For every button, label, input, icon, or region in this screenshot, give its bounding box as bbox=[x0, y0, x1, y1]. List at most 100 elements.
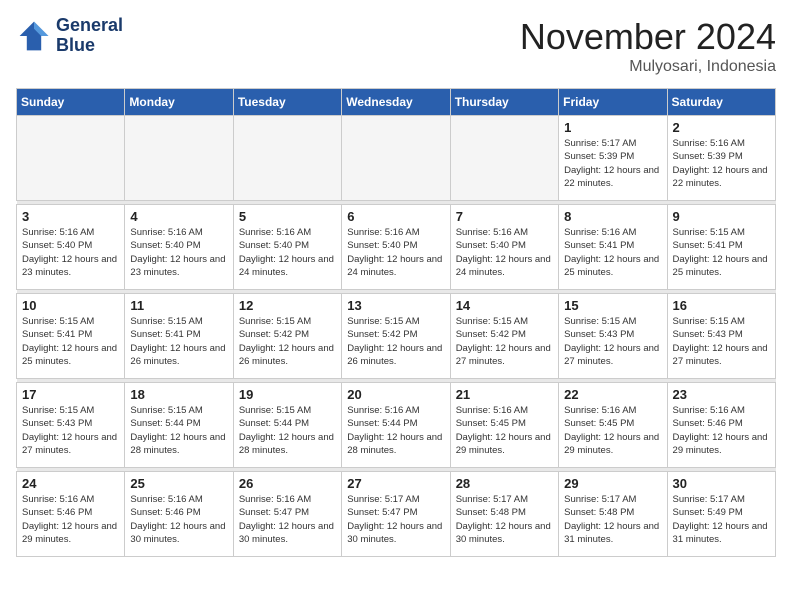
calendar-cell: 11 Sunrise: 5:15 AMSunset: 5:41 PMDayligh… bbox=[125, 294, 233, 379]
calendar-cell: 20 Sunrise: 5:16 AMSunset: 5:44 PMDayligh… bbox=[342, 383, 450, 468]
weekday-header: Tuesday bbox=[233, 89, 341, 116]
day-info: Sunrise: 5:16 AMSunset: 5:40 PMDaylight:… bbox=[22, 226, 119, 279]
day-number: 12 bbox=[239, 298, 336, 313]
calendar-cell bbox=[17, 116, 125, 201]
location: Mulyosari, Indonesia bbox=[520, 58, 776, 76]
calendar-cell: 9Sunrise: 5:15 AMSunset: 5:41 PMDaylight… bbox=[667, 205, 775, 290]
day-number: 28 bbox=[456, 476, 553, 491]
day-info: Sunrise: 5:16 AMSunset: 5:46 PMDaylight:… bbox=[130, 493, 227, 546]
weekday-header: Monday bbox=[125, 89, 233, 116]
calendar-cell: 15 Sunrise: 5:15 AMSunset: 5:43 PMDayligh… bbox=[559, 294, 667, 379]
day-info: Sunrise: 5:15 AMSunset: 5:43 PMDaylight:… bbox=[22, 404, 119, 457]
calendar-cell: 24 Sunrise: 5:16 AMSunset: 5:46 PMDayligh… bbox=[17, 472, 125, 557]
day-number: 3 bbox=[22, 209, 119, 224]
day-number: 27 bbox=[347, 476, 444, 491]
day-info: Sunrise: 5:15 AMSunset: 5:41 PMDaylight:… bbox=[22, 315, 119, 368]
day-info: Sunrise: 5:16 AMSunset: 5:47 PMDaylight:… bbox=[239, 493, 336, 546]
day-info: Sunrise: 5:15 AMSunset: 5:43 PMDaylight:… bbox=[564, 315, 661, 368]
calendar-cell bbox=[342, 116, 450, 201]
weekday-header: Saturday bbox=[667, 89, 775, 116]
day-info: Sunrise: 5:15 AMSunset: 5:44 PMDaylight:… bbox=[239, 404, 336, 457]
weekday-header: Thursday bbox=[450, 89, 558, 116]
day-number: 15 bbox=[564, 298, 661, 313]
calendar-cell: 18Sunrise: 5:15 AMSunset: 5:44 PMDayligh… bbox=[125, 383, 233, 468]
title-block: November 2024 Mulyosari, Indonesia bbox=[520, 16, 776, 76]
day-info: Sunrise: 5:15 AMSunset: 5:43 PMDaylight:… bbox=[673, 315, 770, 368]
calendar-cell: 30 Sunrise: 5:17 AMSunset: 5:49 PMDayligh… bbox=[667, 472, 775, 557]
calendar-cell: 19 Sunrise: 5:15 AMSunset: 5:44 PMDayligh… bbox=[233, 383, 341, 468]
day-number: 21 bbox=[456, 387, 553, 402]
day-number: 6 bbox=[347, 209, 444, 224]
weekday-header: Friday bbox=[559, 89, 667, 116]
day-number: 30 bbox=[673, 476, 770, 491]
day-number: 16 bbox=[673, 298, 770, 313]
calendar-cell: 23Sunrise: 5:16 AMSunset: 5:46 PMDayligh… bbox=[667, 383, 775, 468]
logo-icon bbox=[16, 18, 52, 54]
day-number: 23 bbox=[673, 387, 770, 402]
day-info: Sunrise: 5:15 AMSunset: 5:42 PMDaylight:… bbox=[456, 315, 553, 368]
day-info: Sunrise: 5:16 AMSunset: 5:39 PMDaylight:… bbox=[673, 137, 770, 190]
weekday-header: Sunday bbox=[17, 89, 125, 116]
day-info: Sunrise: 5:16 AMSunset: 5:40 PMDaylight:… bbox=[347, 226, 444, 279]
calendar-cell: 8 Sunrise: 5:16 AMSunset: 5:41 PMDaylight… bbox=[559, 205, 667, 290]
calendar-cell: 10 Sunrise: 5:15 AMSunset: 5:41 PMDayligh… bbox=[17, 294, 125, 379]
day-info: Sunrise: 5:16 AMSunset: 5:46 PMDaylight:… bbox=[22, 493, 119, 546]
calendar-cell: 28Sunrise: 5:17 AMSunset: 5:48 PMDayligh… bbox=[450, 472, 558, 557]
day-number: 9 bbox=[673, 209, 770, 224]
day-info: Sunrise: 5:15 AMSunset: 5:42 PMDaylight:… bbox=[347, 315, 444, 368]
day-number: 22 bbox=[564, 387, 661, 402]
day-info: Sunrise: 5:17 AMSunset: 5:48 PMDaylight:… bbox=[564, 493, 661, 546]
calendar-cell: 12 Sunrise: 5:15 AMSunset: 5:42 PMDayligh… bbox=[233, 294, 341, 379]
calendar-cell: 7 Sunrise: 5:16 AMSunset: 5:40 PMDaylight… bbox=[450, 205, 558, 290]
day-info: Sunrise: 5:16 AMSunset: 5:40 PMDaylight:… bbox=[130, 226, 227, 279]
day-number: 14 bbox=[456, 298, 553, 313]
day-info: Sunrise: 5:16 AMSunset: 5:41 PMDaylight:… bbox=[564, 226, 661, 279]
day-info: Sunrise: 5:16 AMSunset: 5:45 PMDaylight:… bbox=[564, 404, 661, 457]
day-number: 25 bbox=[130, 476, 227, 491]
day-number: 1 bbox=[564, 120, 661, 135]
day-number: 8 bbox=[564, 209, 661, 224]
day-number: 24 bbox=[22, 476, 119, 491]
calendar-cell: 27 Sunrise: 5:17 AMSunset: 5:47 PMDayligh… bbox=[342, 472, 450, 557]
calendar-cell: 29 Sunrise: 5:17 AMSunset: 5:48 PMDayligh… bbox=[559, 472, 667, 557]
day-number: 20 bbox=[347, 387, 444, 402]
day-info: Sunrise: 5:16 AMSunset: 5:40 PMDaylight:… bbox=[239, 226, 336, 279]
day-number: 5 bbox=[239, 209, 336, 224]
day-number: 18 bbox=[130, 387, 227, 402]
calendar-cell: 25 Sunrise: 5:16 AMSunset: 5:46 PMDayligh… bbox=[125, 472, 233, 557]
day-info: Sunrise: 5:17 AMSunset: 5:47 PMDaylight:… bbox=[347, 493, 444, 546]
day-info: Sunrise: 5:16 AMSunset: 5:44 PMDaylight:… bbox=[347, 404, 444, 457]
calendar-cell: 16 Sunrise: 5:15 AMSunset: 5:43 PMDayligh… bbox=[667, 294, 775, 379]
day-number: 19 bbox=[239, 387, 336, 402]
day-number: 11 bbox=[130, 298, 227, 313]
calendar-cell: 26 Sunrise: 5:16 AMSunset: 5:47 PMDayligh… bbox=[233, 472, 341, 557]
calendar-cell: 6 Sunrise: 5:16 AMSunset: 5:40 PMDaylight… bbox=[342, 205, 450, 290]
calendar-cell: 3 Sunrise: 5:16 AMSunset: 5:40 PMDaylight… bbox=[17, 205, 125, 290]
month-title: November 2024 bbox=[520, 16, 776, 58]
day-number: 2 bbox=[673, 120, 770, 135]
day-number: 29 bbox=[564, 476, 661, 491]
day-info: Sunrise: 5:17 AMSunset: 5:49 PMDaylight:… bbox=[673, 493, 770, 546]
calendar-cell bbox=[450, 116, 558, 201]
day-info: Sunrise: 5:17 AMSunset: 5:39 PMDaylight:… bbox=[564, 137, 661, 190]
day-number: 13 bbox=[347, 298, 444, 313]
calendar-cell: 17 Sunrise: 5:15 AMSunset: 5:43 PMDayligh… bbox=[17, 383, 125, 468]
logo-text: General Blue bbox=[56, 16, 123, 56]
calendar-cell: 14 Sunrise: 5:15 AMSunset: 5:42 PMDayligh… bbox=[450, 294, 558, 379]
calendar-cell: 22 Sunrise: 5:16 AMSunset: 5:45 PMDayligh… bbox=[559, 383, 667, 468]
day-info: Sunrise: 5:15 AMSunset: 5:41 PMDaylight:… bbox=[130, 315, 227, 368]
calendar-cell: 1 Sunrise: 5:17 AMSunset: 5:39 PMDaylight… bbox=[559, 116, 667, 201]
day-info: Sunrise: 5:16 AMSunset: 5:45 PMDaylight:… bbox=[456, 404, 553, 457]
calendar-table: SundayMondayTuesdayWednesdayThursdayFrid… bbox=[16, 88, 776, 557]
calendar-cell bbox=[233, 116, 341, 201]
day-number: 4 bbox=[130, 209, 227, 224]
day-info: Sunrise: 5:16 AMSunset: 5:40 PMDaylight:… bbox=[456, 226, 553, 279]
page-header: General Blue November 2024 Mulyosari, In… bbox=[16, 16, 776, 76]
calendar-cell: 13 Sunrise: 5:15 AMSunset: 5:42 PMDayligh… bbox=[342, 294, 450, 379]
day-info: Sunrise: 5:15 AMSunset: 5:42 PMDaylight:… bbox=[239, 315, 336, 368]
day-number: 26 bbox=[239, 476, 336, 491]
day-number: 10 bbox=[22, 298, 119, 313]
weekday-header: Wednesday bbox=[342, 89, 450, 116]
day-number: 17 bbox=[22, 387, 119, 402]
day-number: 7 bbox=[456, 209, 553, 224]
